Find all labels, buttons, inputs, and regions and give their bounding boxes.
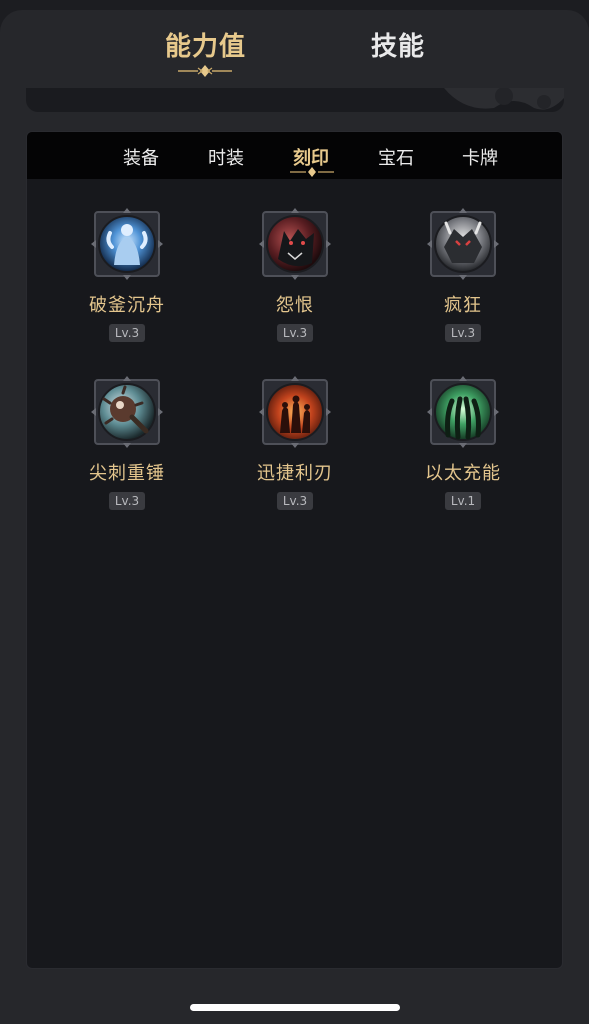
engraving-card[interactable]: 以太充能 Lv.1 (403, 375, 523, 510)
level-badge: Lv.3 (444, 324, 482, 342)
engraving-name: 怨恨 (276, 295, 314, 316)
sub-tab-bar: 装备 时装 刻印 宝石 卡牌 (27, 132, 562, 179)
tab-costume[interactable]: 时装 (208, 144, 244, 170)
home-indicator[interactable] (190, 1004, 400, 1011)
engraving-name: 尖刺重锤 (89, 463, 165, 484)
engraving-name: 以太充能 (425, 463, 501, 484)
level-badge: Lv.3 (108, 324, 146, 342)
muscular-warrior-icon (90, 207, 164, 281)
armored-beast-icon (426, 207, 500, 281)
tab-gem[interactable]: 宝石 (378, 144, 414, 170)
level-badge: Lv.1 (444, 492, 482, 510)
tab-card[interactable]: 卡牌 (462, 144, 498, 170)
level-badge: Lv.3 (276, 492, 314, 510)
active-tab-ornament-icon (178, 65, 232, 77)
engraving-card[interactable]: 疯狂 Lv.3 (403, 207, 523, 342)
engraving-card[interactable]: 尖刺重锤 Lv.3 (67, 375, 187, 510)
level-badge: Lv.3 (108, 492, 146, 510)
engraving-panel: 装备 时装 刻印 宝石 卡牌 破釜沉舟 Lv.3 怨恨 Lv.3 疯狂 Lv.3… (26, 131, 563, 969)
engraving-card[interactable]: 破釜沉舟 Lv.3 (67, 207, 187, 342)
engraving-name: 疯狂 (444, 295, 482, 316)
top-tab-bar: 能力值 技能 (0, 26, 589, 86)
ether-claw-icon (426, 375, 500, 449)
spiked-hammer-icon (90, 375, 164, 449)
content-strip (26, 88, 564, 112)
tab-skills[interactable]: 技能 (371, 26, 425, 63)
dark-wolf-icon (258, 207, 332, 281)
tab-equipment[interactable]: 装备 (123, 144, 159, 170)
engraving-name: 破釜沉舟 (89, 295, 165, 316)
fiery-figures-icon (258, 375, 332, 449)
engraving-name: 迅捷利刃 (257, 463, 333, 484)
engraving-card[interactable]: 迅捷利刃 Lv.3 (235, 375, 355, 510)
engraving-card[interactable]: 怨恨 Lv.3 (235, 207, 355, 342)
level-badge: Lv.3 (276, 324, 314, 342)
strip-decoration-icon (444, 88, 564, 110)
sub-tab-ornament-icon (290, 167, 334, 177)
tab-stats[interactable]: 能力值 (165, 26, 246, 63)
